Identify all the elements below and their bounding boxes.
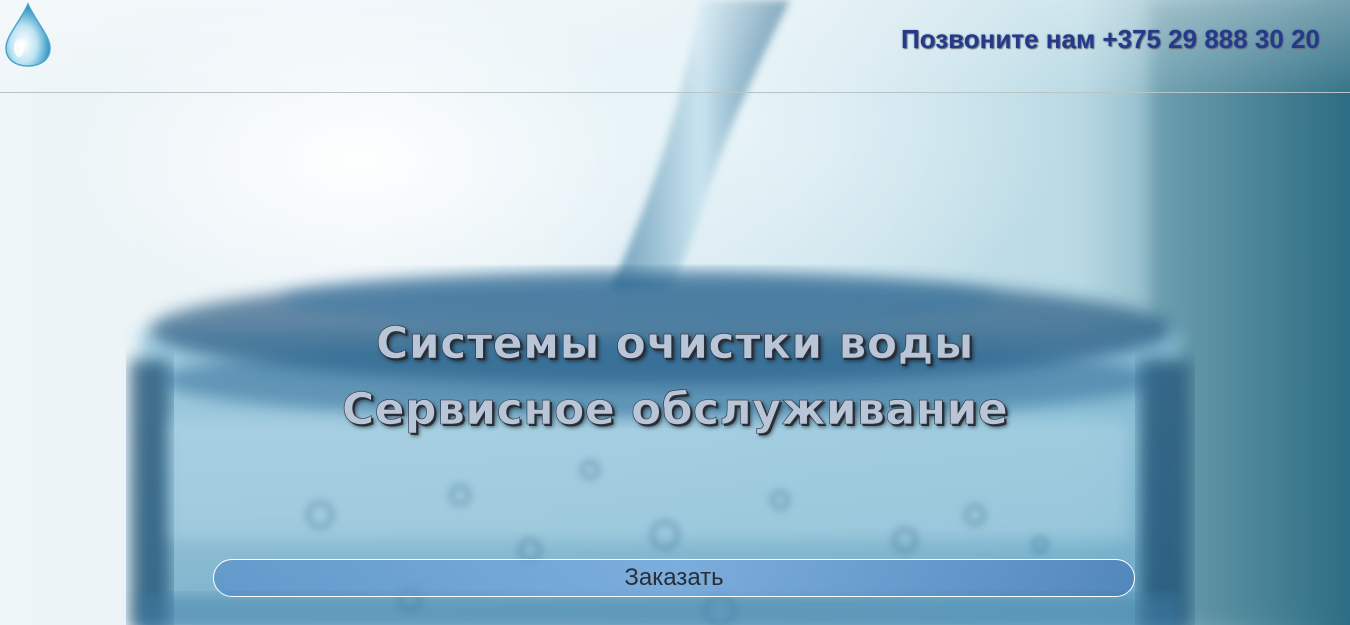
water-glass-background-image bbox=[130, 0, 1350, 625]
site-header: Позвоните нам +375 29 888 30 20 bbox=[0, 0, 1350, 93]
landing-page: Позвоните нам +375 29 888 30 20 Системы … bbox=[0, 0, 1350, 625]
hero-title-line-2: Сервисное обслуживание bbox=[341, 384, 1009, 436]
hero-title-line-1: Системы очистки воды bbox=[376, 318, 974, 370]
phone-contact-text[interactable]: Позвоните нам +375 29 888 30 20 bbox=[901, 24, 1320, 55]
water-drop-icon[interactable] bbox=[2, 2, 54, 68]
order-button[interactable]: Заказать bbox=[213, 559, 1135, 597]
order-button-label: Заказать bbox=[624, 564, 724, 591]
